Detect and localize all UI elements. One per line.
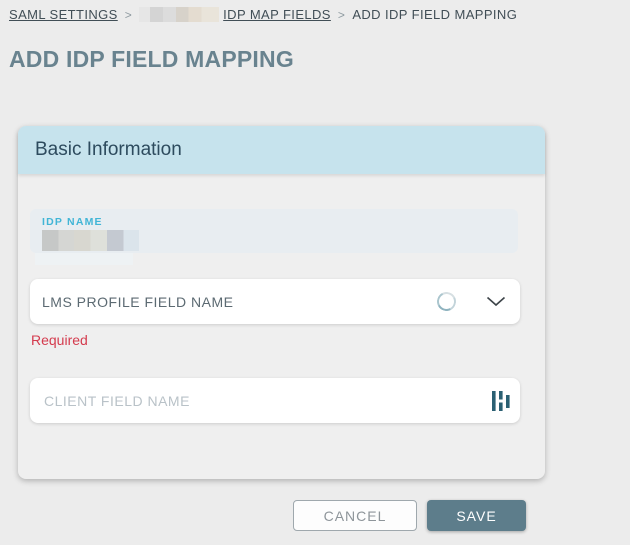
cancel-button[interactable]: CANCEL <box>293 500 417 531</box>
lms-profile-field-dropdown[interactable]: LMS PROFILE FIELD NAME <box>30 279 520 324</box>
lms-profile-field-label: LMS PROFILE FIELD NAME <box>42 293 234 310</box>
breadcrumb-separator: > <box>337 7 346 22</box>
form-actions: CANCEL SAVE <box>293 500 526 531</box>
save-button[interactable]: SAVE <box>427 500 526 531</box>
card-header-title: Basic Information <box>35 139 182 160</box>
bars-icon <box>492 390 510 411</box>
page-title: ADD IDP FIELD MAPPING <box>9 46 294 72</box>
spinner-icon <box>434 289 459 314</box>
redacted-idp-name-value <box>42 230 139 251</box>
redaction-artifact <box>35 253 133 265</box>
breadcrumb-link-idp-map-fields[interactable]: IDP MAP FIELDS <box>139 7 331 22</box>
client-field-name-wrapper <box>30 378 520 423</box>
breadcrumb: SAML SETTINGS > IDP MAP FIELDS > ADD IDP… <box>9 7 517 22</box>
required-error-text: Required <box>31 332 88 348</box>
card-header: Basic Information <box>18 126 545 174</box>
basic-information-card: Basic Information IDP NAME LMS PROFILE F… <box>18 126 545 479</box>
chevron-down-icon <box>486 296 506 307</box>
idp-name-field: IDP NAME <box>30 209 518 253</box>
breadcrumb-link-saml-settings[interactable]: SAML SETTINGS <box>9 7 118 22</box>
card-body: IDP NAME LMS PROFILE FIELD NAME Required <box>18 174 545 479</box>
idp-name-label: IDP NAME <box>42 216 103 228</box>
breadcrumb-link-label: IDP MAP FIELDS <box>223 7 331 22</box>
client-field-name-input[interactable] <box>42 391 491 410</box>
breadcrumb-current-page: ADD IDP FIELD MAPPING <box>352 7 518 22</box>
breadcrumb-separator: > <box>124 7 133 22</box>
redacted-text-block <box>139 7 220 22</box>
